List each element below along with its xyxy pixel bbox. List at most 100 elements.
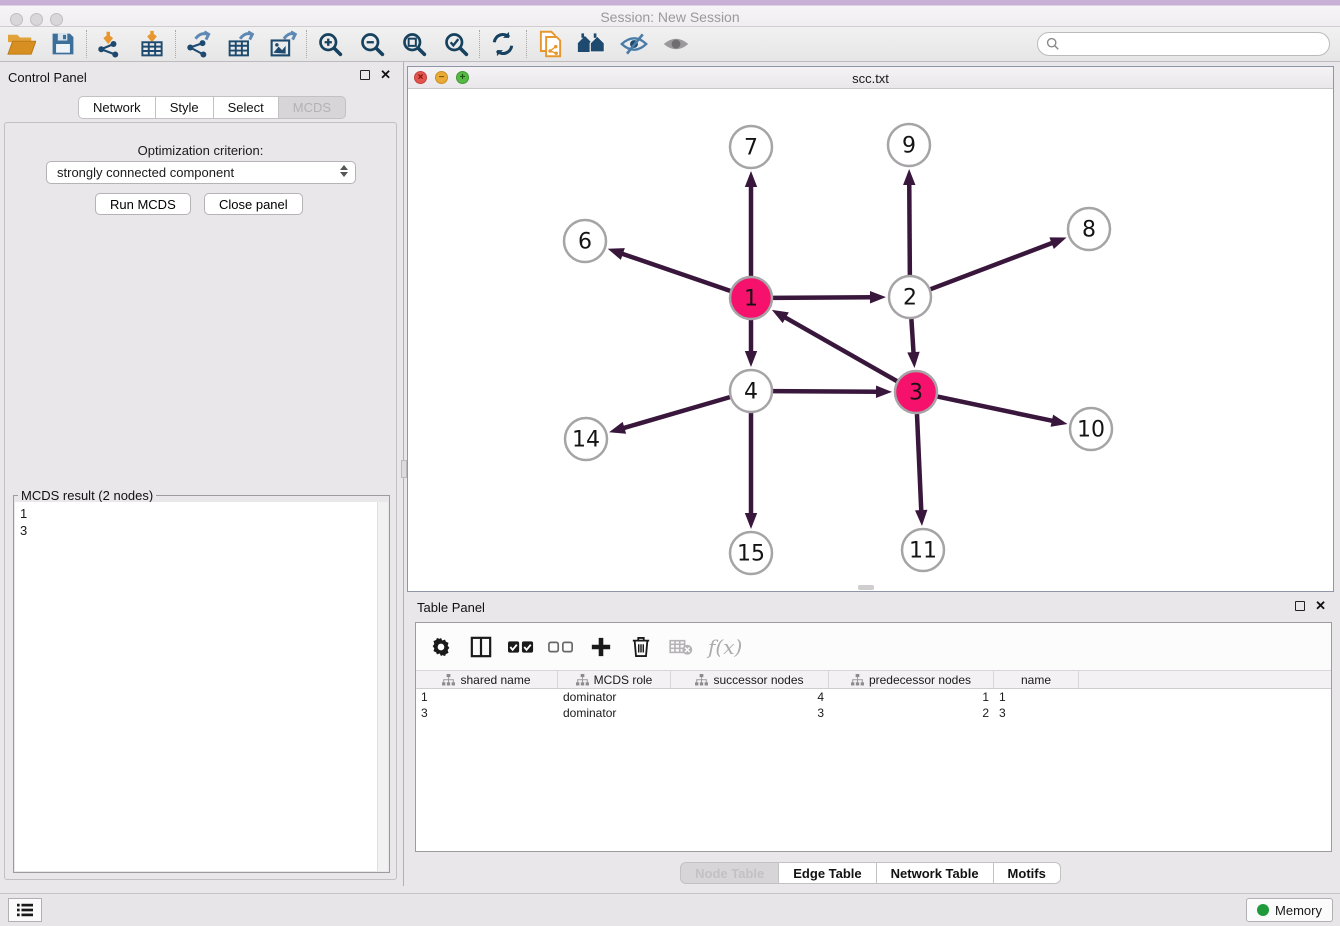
column-visibility-icon[interactable]	[468, 634, 494, 660]
cell-name[interactable]: 3	[994, 706, 1079, 720]
column-type-icon	[695, 674, 708, 686]
close-table-panel-icon[interactable]: ✕	[1315, 601, 1326, 611]
cell-name[interactable]: 1	[994, 690, 1079, 704]
graph-node-label: 9	[902, 134, 916, 159]
graph-node-label: 4	[744, 380, 758, 405]
export-network-icon[interactable]	[178, 28, 220, 60]
graph-edge[interactable]	[622, 397, 730, 429]
graph-edge[interactable]	[911, 319, 913, 355]
control-panel: Control Panel ✕ Network Style Select MCD…	[0, 62, 401, 886]
canvas-scrollbar-thumb[interactable]	[858, 585, 874, 590]
open-folder-icon[interactable]	[0, 28, 42, 60]
criterion-dropdown[interactable]: strongly connected component	[46, 161, 356, 184]
settings-gear-icon[interactable]	[428, 634, 454, 660]
graph-node-label: 6	[578, 230, 592, 255]
optimization-criterion-label: Optimization criterion:	[5, 143, 396, 158]
column-header-name[interactable]: name	[994, 671, 1079, 688]
graph-edge[interactable]	[938, 397, 1055, 422]
import-network-icon[interactable]	[89, 28, 131, 60]
network-window-titlebar[interactable]: × − + scc.txt	[408, 67, 1333, 89]
graph-edge-arrowhead	[876, 386, 892, 398]
column-header-successor-nodes[interactable]: successor nodes	[671, 671, 829, 688]
copy-network-icon[interactable]	[529, 28, 571, 60]
network-view-window: × − + scc.txt 7968124314101511	[407, 66, 1334, 592]
task-history-button[interactable]	[8, 898, 42, 922]
graph-edge[interactable]	[783, 316, 897, 381]
add-column-icon[interactable]	[588, 634, 614, 660]
memory-button[interactable]: Memory	[1246, 898, 1333, 922]
save-session-icon[interactable]	[42, 28, 84, 60]
fit-content-icon[interactable]	[393, 28, 435, 60]
tab-node-table[interactable]: Node Table	[680, 862, 779, 884]
cell-successor-nodes[interactable]: 4	[671, 690, 829, 704]
session-title: Session: New Session	[0, 9, 1340, 25]
export-image-icon[interactable]	[262, 28, 304, 60]
tab-select[interactable]: Select	[214, 96, 279, 119]
control-panel-tabs: Network Style Select MCDS	[78, 96, 346, 119]
hide-network-icon[interactable]	[613, 28, 655, 60]
delete-column-icon[interactable]	[628, 634, 654, 660]
toolbar-separator	[526, 30, 527, 58]
search-input[interactable]	[1065, 37, 1329, 52]
cell-shared-name[interactable]: 1	[416, 690, 558, 704]
column-header-predecessor-nodes[interactable]: predecessor nodes	[829, 671, 994, 688]
network-canvas[interactable]: 7968124314101511	[408, 89, 1333, 591]
status-bar: Memory	[0, 893, 1340, 926]
graph-edge-arrowhead	[870, 291, 886, 303]
cell-successor-nodes[interactable]: 3	[671, 706, 829, 720]
graph-edge[interactable]	[773, 391, 879, 392]
tab-network[interactable]: Network	[78, 96, 156, 119]
network-title: scc.txt	[408, 71, 1333, 86]
run-mcds-button[interactable]: Run MCDS	[95, 193, 191, 215]
cell-predecessor-nodes[interactable]: 2	[829, 706, 994, 720]
zoom-selected-icon[interactable]	[435, 28, 477, 60]
zoom-in-icon[interactable]	[309, 28, 351, 60]
close-panel-button[interactable]: Close panel	[204, 193, 303, 215]
graph-edge-arrowhead	[1049, 237, 1066, 249]
column-header-filler	[1079, 671, 1331, 688]
float-panel-icon[interactable]	[360, 70, 370, 80]
graph-node-label: 3	[909, 381, 923, 406]
mcds-panel-body: Optimization criterion: strongly connect…	[4, 122, 397, 880]
graph-edge[interactable]	[917, 414, 921, 513]
column-type-icon	[576, 674, 589, 686]
close-panel-icon[interactable]: ✕	[380, 70, 391, 80]
mcds-result-text[interactable]: 1 3	[15, 502, 388, 871]
graph-node-label: 1	[744, 287, 758, 312]
tab-network-table[interactable]: Network Table	[877, 862, 994, 884]
toolbar-separator	[479, 30, 480, 58]
cell-shared-name[interactable]: 3	[416, 706, 558, 720]
column-header-shared-name[interactable]: shared name	[416, 671, 558, 688]
table-panel-tabs: Node Table Edge Table Network Table Moti…	[407, 862, 1334, 884]
cell-mcds-role[interactable]: dominator	[558, 690, 671, 704]
tab-mcds[interactable]: MCDS	[279, 96, 346, 119]
chevron-up-down-icon	[340, 165, 348, 177]
memory-label: Memory	[1275, 903, 1322, 918]
graph-edge-arrowhead	[745, 513, 757, 529]
tab-style[interactable]: Style	[156, 96, 214, 119]
graph-edge-arrowhead	[903, 169, 915, 185]
cell-predecessor-nodes[interactable]: 1	[829, 690, 994, 704]
float-table-panel-icon[interactable]	[1295, 601, 1305, 611]
tab-edge-table[interactable]: Edge Table	[779, 862, 876, 884]
column-type-icon	[442, 674, 455, 686]
table-row[interactable]: 1 dominator 4 1 1	[416, 689, 1331, 705]
zoom-out-icon[interactable]	[351, 28, 393, 60]
main-toolbar	[0, 27, 1340, 62]
import-table-icon[interactable]	[131, 28, 173, 60]
select-all-checkboxes-icon[interactable]	[508, 634, 534, 660]
search-field[interactable]	[1037, 32, 1330, 56]
tab-motifs[interactable]: Motifs	[994, 862, 1061, 884]
result-scrollbar[interactable]	[377, 502, 388, 871]
cell-mcds-role[interactable]: dominator	[558, 706, 671, 720]
graph-edge[interactable]	[931, 242, 1055, 289]
export-table-icon[interactable]	[220, 28, 262, 60]
show-all-networks-icon[interactable]	[571, 28, 613, 60]
refresh-view-icon[interactable]	[482, 28, 524, 60]
deselect-all-checkboxes-icon[interactable]	[548, 634, 574, 660]
graph-edge[interactable]	[620, 253, 730, 291]
graph-edge[interactable]	[773, 297, 873, 298]
graph-edge[interactable]	[909, 182, 910, 275]
table-row[interactable]: 3 dominator 3 2 3	[416, 705, 1331, 721]
column-header-mcds-role[interactable]: MCDS role	[558, 671, 671, 688]
